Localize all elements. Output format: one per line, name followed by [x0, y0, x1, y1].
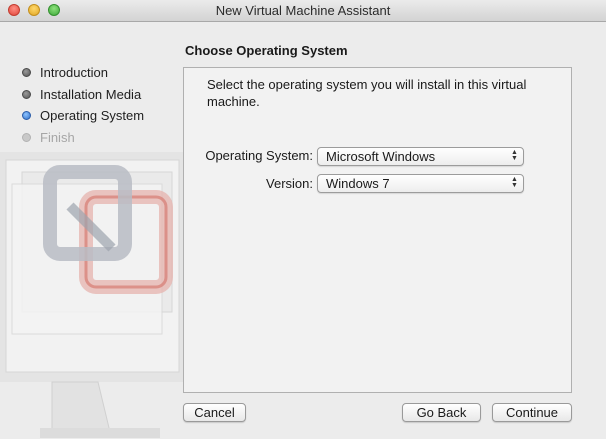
- go-back-button[interactable]: Go Back: [402, 403, 481, 422]
- continue-button[interactable]: Continue: [492, 403, 572, 422]
- vmware-fusion-logo-icon: [0, 152, 183, 438]
- page-title: Choose Operating System: [185, 43, 348, 58]
- step-dot-icon: [22, 68, 31, 78]
- os-label: Operating System:: [205, 148, 313, 163]
- content-panel: Select the operating system you will ins…: [183, 67, 572, 393]
- step-dot-future-icon: [22, 132, 31, 142]
- step-dot-icon: [22, 89, 31, 99]
- step-finish: Finish: [22, 127, 144, 149]
- steps-list: Introduction Installation Media Operatin…: [22, 62, 144, 148]
- step-label: Introduction: [40, 65, 108, 81]
- cancel-button[interactable]: Cancel: [183, 403, 246, 422]
- step-introduction: Introduction: [22, 62, 144, 84]
- step-installation-media: Installation Media: [22, 84, 144, 106]
- step-label: Finish: [40, 129, 75, 145]
- title-bar[interactable]: New Virtual Machine Assistant: [0, 0, 606, 22]
- version-popup-value: Windows 7: [326, 176, 390, 191]
- description-text: Select the operating system you will ins…: [207, 77, 527, 109]
- step-label: Operating System: [40, 108, 145, 124]
- window-title: New Virtual Machine Assistant: [215, 3, 391, 18]
- step-dot-current-icon: [22, 111, 31, 121]
- step-label: Installation Media: [40, 86, 142, 102]
- up-down-arrows-icon: ▲ ▼: [511, 149, 518, 162]
- version-popup[interactable]: Windows 7 ▲ ▼: [317, 174, 524, 193]
- os-popup-value: Microsoft Windows: [326, 149, 436, 164]
- sidebar: Introduction Installation Media Operatin…: [0, 22, 183, 439]
- os-popup[interactable]: Microsoft Windows ▲ ▼: [317, 147, 524, 166]
- assistant-window: New Virtual Machine Assistant Introducti…: [0, 0, 606, 439]
- version-label: Version:: [266, 176, 313, 191]
- step-operating-system: Operating System: [22, 105, 144, 127]
- up-down-arrows-icon: ▲ ▼: [511, 176, 518, 189]
